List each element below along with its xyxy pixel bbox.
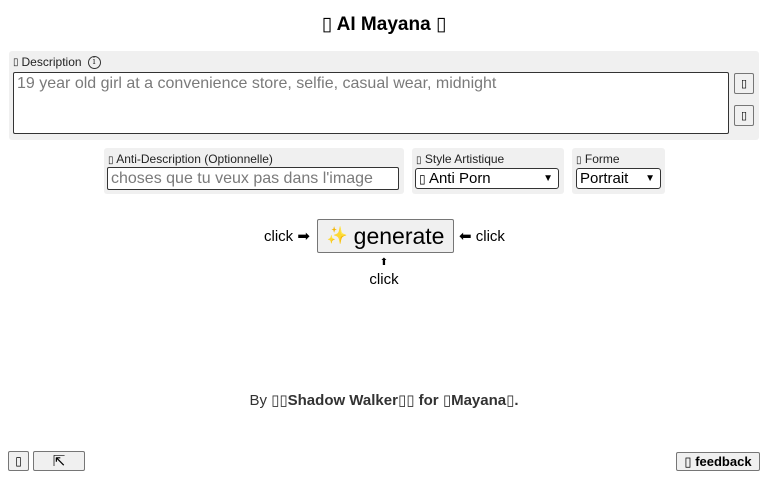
- credits-icon-2: ▯▯: [397, 392, 415, 409]
- generate-row: click ➡ ✨ generate ⬅ click: [0, 219, 768, 253]
- feedback-label: feedback: [695, 453, 752, 469]
- title-left-icon: ▯: [321, 14, 333, 35]
- sparkles-icon: ✨: [326, 226, 348, 245]
- credits-app: Mayana: [451, 392, 507, 409]
- expand-corner-icon[interactable]: ⇱: [33, 451, 85, 471]
- generate-button[interactable]: ✨ generate: [317, 219, 454, 253]
- forme-label-text: Forme: [584, 152, 620, 166]
- style-selected-value: ▯ Anti Porn: [419, 170, 491, 187]
- forme-select[interactable]: Portrait ▼: [576, 168, 661, 189]
- forme-selected-value: Portrait: [580, 170, 629, 187]
- feedback-icon: ▯: [684, 453, 692, 469]
- description-label: ▯ Description i: [13, 55, 101, 69]
- description-label-text: Description: [21, 55, 82, 69]
- click-below-hint: click: [369, 271, 399, 288]
- anti-description-input[interactable]: [107, 167, 399, 190]
- style-label: ▯ Style Artistique: [416, 152, 504, 166]
- description-side-button-2[interactable]: ▯: [734, 105, 754, 126]
- description-side-button-1[interactable]: ▯: [734, 73, 754, 94]
- chevron-down-icon: ▼: [645, 173, 655, 184]
- title-right-icon: ▯: [435, 14, 447, 35]
- click-left-hint: click ➡: [264, 228, 310, 245]
- bottom-button-1[interactable]: ▯: [8, 451, 29, 471]
- style-label-text: Style Artistique: [424, 152, 505, 166]
- generate-label: generate: [353, 222, 445, 249]
- description-panel: ▯ Description i ▯ ▯: [9, 51, 759, 140]
- anti-description-label-icon: ▯: [108, 155, 114, 166]
- description-label-icon: ▯: [13, 56, 19, 68]
- style-panel: ▯ Style Artistique ▯ Anti Porn ▼: [412, 148, 564, 194]
- style-selected-text: Anti Porn: [428, 170, 491, 187]
- credits-icon-3: ▯: [442, 392, 452, 409]
- credits-author: Shadow Walker: [287, 392, 398, 409]
- credits-icon-1: ▯▯: [271, 392, 288, 409]
- credits-for: for: [418, 392, 439, 409]
- anti-description-label: ▯ Anti-Description (Optionnelle): [108, 152, 273, 166]
- info-circle-icon[interactable]: i: [87, 55, 101, 69]
- description-textarea[interactable]: [13, 72, 729, 134]
- credits-prefix: By: [249, 392, 267, 409]
- click-right-hint: ⬅ click: [459, 228, 505, 245]
- up-arrow-icon: ⬆: [379, 257, 389, 268]
- forme-panel: ▯ Forme Portrait ▼: [572, 148, 665, 194]
- credits: By ▯▯Shadow Walker▯▯ for ▯Mayana▯.: [0, 391, 768, 409]
- anti-description-panel: ▯ Anti-Description (Optionnelle): [104, 148, 404, 194]
- credits-end: .: [514, 392, 519, 409]
- forme-label-icon: ▯: [576, 155, 582, 166]
- feedback-button[interactable]: ▯ feedback: [676, 452, 760, 471]
- style-label-icon: ▯: [416, 155, 422, 166]
- style-select[interactable]: ▯ Anti Porn ▼: [415, 168, 559, 189]
- style-selected-icon: ▯: [419, 172, 426, 186]
- title-text: AI Mayana: [336, 14, 431, 35]
- page-title: ▯ AI Mayana ▯: [0, 13, 768, 36]
- forme-label: ▯ Forme: [576, 152, 620, 166]
- chevron-down-icon: ▼: [543, 173, 553, 184]
- anti-description-label-text: Anti-Description (Optionnelle): [116, 152, 273, 166]
